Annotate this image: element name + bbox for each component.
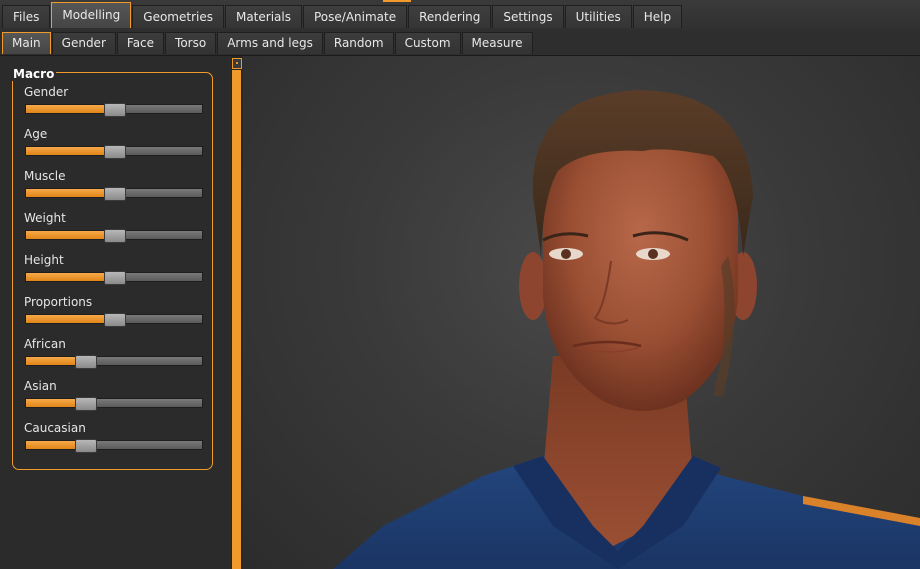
scrollbar-thumb[interactable] bbox=[232, 70, 241, 569]
left-panel: Macro Gender Age Muscle Weight Height Proport… bbox=[0, 56, 230, 569]
window-accent bbox=[383, 0, 411, 2]
slider-handle[interactable] bbox=[104, 145, 126, 159]
slider-handle[interactable] bbox=[104, 271, 126, 285]
slider-proportions: Proportions bbox=[24, 295, 203, 337]
subtab-arms-and-legs[interactable]: Arms and legs bbox=[217, 32, 323, 54]
tab-help[interactable]: Help bbox=[632, 5, 683, 28]
tab-pose-animate[interactable]: Pose/Animate bbox=[302, 5, 408, 28]
slider-fill bbox=[26, 273, 114, 281]
scroll-up-button[interactable] bbox=[232, 58, 242, 69]
tab-geometries[interactable]: Geometries bbox=[132, 5, 224, 28]
slider-label: African bbox=[24, 337, 66, 351]
slider-asian: Asian bbox=[24, 379, 203, 421]
panel-scrollbar[interactable] bbox=[231, 56, 242, 569]
slider-track[interactable] bbox=[25, 229, 203, 243]
subtab-random[interactable]: Random bbox=[323, 32, 394, 54]
slider-gender: Gender bbox=[24, 85, 203, 127]
subtab-face[interactable]: Face bbox=[116, 32, 165, 54]
subtab-custom[interactable]: Custom bbox=[394, 32, 461, 54]
slider-fill bbox=[26, 105, 114, 113]
slider-fill bbox=[26, 231, 114, 239]
human-model-render bbox=[333, 90, 920, 569]
slider-label: Asian bbox=[24, 379, 57, 393]
slider-label: Muscle bbox=[24, 169, 66, 183]
slider-label: Caucasian bbox=[24, 421, 86, 435]
subtab-torso[interactable]: Torso bbox=[165, 32, 217, 54]
tab-materials[interactable]: Materials bbox=[224, 5, 302, 28]
tab-utilities[interactable]: Utilities bbox=[564, 5, 632, 28]
slider-african: African bbox=[24, 337, 203, 379]
macro-group-title: Macro bbox=[11, 67, 57, 81]
slider-handle[interactable] bbox=[75, 355, 97, 369]
slider-track[interactable] bbox=[25, 439, 203, 453]
subtab-gender[interactable]: Gender bbox=[51, 32, 116, 54]
slider-label: Proportions bbox=[24, 295, 93, 309]
slider-track[interactable] bbox=[25, 313, 203, 327]
slider-age: Age bbox=[24, 127, 203, 169]
slider-label: Gender bbox=[24, 85, 69, 99]
subtab-measure[interactable]: Measure bbox=[461, 32, 533, 54]
main-tab-bar: Files Modelling Geometries Materials Pose/An… bbox=[0, 0, 920, 31]
slider-track[interactable] bbox=[25, 397, 203, 411]
main-tabs: Files Modelling Geometries Materials Pose/An… bbox=[2, 2, 683, 28]
slider-fill bbox=[26, 147, 114, 155]
tab-settings[interactable]: Settings bbox=[492, 5, 564, 28]
slider-label: Age bbox=[24, 127, 48, 141]
slider-caucasian: Caucasian bbox=[24, 421, 203, 463]
slider-handle[interactable] bbox=[104, 229, 126, 243]
slider-track[interactable] bbox=[25, 187, 203, 201]
slider-track[interactable] bbox=[25, 145, 203, 159]
slider-fill bbox=[26, 189, 114, 197]
3d-viewport[interactable] bbox=[243, 56, 920, 569]
slider-track[interactable] bbox=[25, 355, 203, 369]
slider-handle[interactable] bbox=[75, 439, 97, 453]
slider-track[interactable] bbox=[25, 271, 203, 285]
sub-tab-bar: Main Gender Face Torso Arms and legs Random Cu… bbox=[0, 30, 920, 56]
tab-modelling[interactable]: Modelling bbox=[51, 2, 132, 28]
slider-label: Weight bbox=[24, 211, 66, 225]
slider-handle[interactable] bbox=[104, 187, 126, 201]
sub-tabs: Main Gender Face Torso Arms and legs Random Cu… bbox=[2, 32, 534, 54]
slider-muscle: Muscle bbox=[24, 169, 203, 211]
slider-fill bbox=[26, 315, 114, 323]
slider-weight: Weight bbox=[24, 211, 203, 253]
slider-handle[interactable] bbox=[104, 313, 126, 327]
slider-handle[interactable] bbox=[75, 397, 97, 411]
slider-label: Height bbox=[24, 253, 64, 267]
slider-height: Height bbox=[24, 253, 203, 295]
slider-handle[interactable] bbox=[104, 103, 126, 117]
tab-rendering[interactable]: Rendering bbox=[408, 5, 492, 28]
slider-track[interactable] bbox=[25, 103, 203, 117]
tab-files[interactable]: Files bbox=[2, 5, 51, 28]
subtab-main[interactable]: Main bbox=[2, 32, 51, 54]
